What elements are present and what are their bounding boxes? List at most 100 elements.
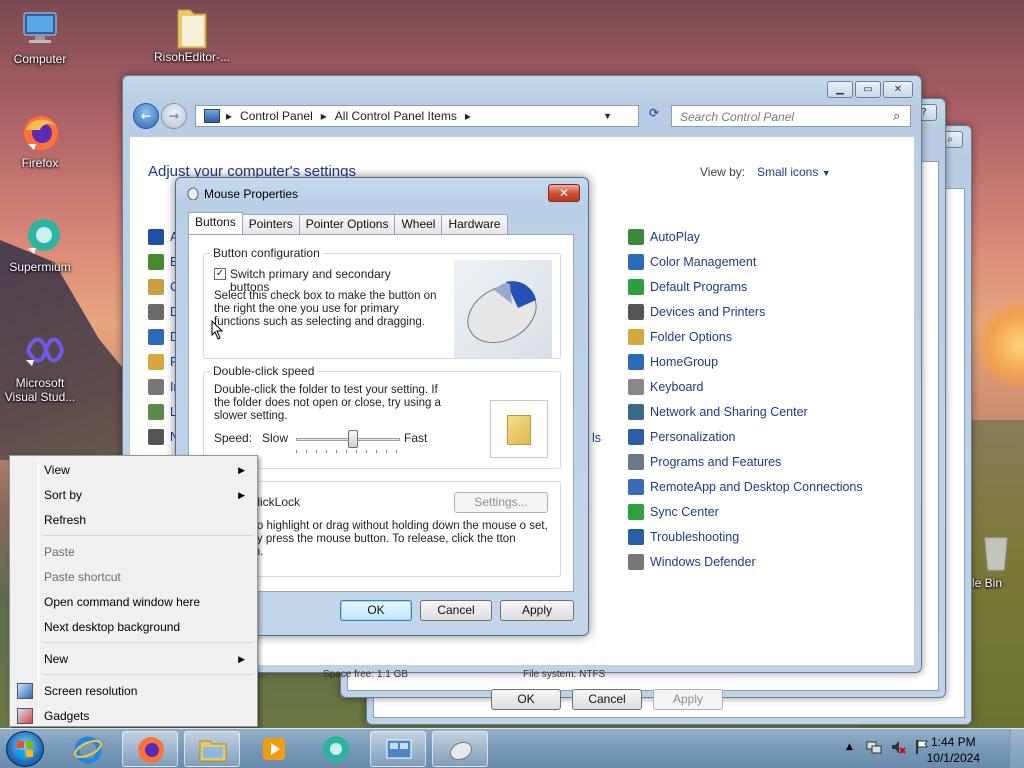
explorer-icon (198, 735, 228, 765)
cp-item-color-management[interactable]: Color Management (628, 252, 756, 272)
cp-item-folder-options[interactable]: Folder Options (628, 327, 732, 347)
menu-item-sort-by[interactable]: Sort by ▶ (12, 484, 255, 506)
recycle-bin-icon (976, 532, 1016, 572)
show-desktop-button[interactable] (1010, 729, 1024, 768)
dropdown-arrow-icon[interactable]: ▼ (603, 111, 612, 121)
slider-thumb[interactable] (348, 430, 358, 448)
desktop-icon-firefox[interactable]: Firefox (0, 112, 80, 170)
menu-item-paste[interactable]: Paste (12, 541, 255, 563)
start-button[interactable] (6, 731, 44, 767)
close-icon[interactable]: ✕ (883, 81, 913, 98)
clock-date: 10/1/2024 (926, 751, 980, 765)
cp-left-item[interactable]: B (148, 252, 178, 272)
folder-icon (507, 415, 531, 445)
cp-item-homegroup[interactable]: HomeGroup (628, 352, 718, 372)
control-panel-item-icon (148, 379, 164, 395)
show-hidden-icons-icon[interactable]: ▲ (846, 742, 853, 752)
view-by-dropdown[interactable]: Small icons ▼ (757, 165, 831, 179)
cp-item-programs-and-features[interactable]: Programs and Features (628, 452, 781, 472)
mouse-illustration (454, 260, 552, 358)
taskbar-control-panel[interactable] (370, 731, 426, 767)
folder-icon (172, 6, 212, 49)
taskbar-internet-explorer[interactable] (60, 731, 116, 767)
volume-muted-icon[interactable] (890, 739, 906, 755)
menu-item-label: Paste shortcut (44, 570, 121, 584)
back-cancel-button[interactable]: Cancel (572, 689, 642, 710)
taskbar-firefox[interactable] (122, 731, 178, 767)
system-clock[interactable]: 1:44 PM 10/1/2024 (927, 734, 980, 766)
taskbar-explorer[interactable] (184, 731, 240, 767)
partial-item-text[interactable]: ls (592, 431, 601, 445)
tab-pointers[interactable]: Pointers (241, 214, 300, 234)
cp-item-sync-center[interactable]: Sync Center (628, 502, 719, 522)
test-folder-box[interactable] (490, 400, 548, 458)
back-apply-button[interactable]: Apply (653, 689, 723, 710)
menu-item-label: Sort by (44, 488, 83, 502)
menu-item-next-desktop-background[interactable]: Next desktop background (12, 616, 255, 638)
taskbar-media-player[interactable] (246, 731, 302, 767)
taskbar-supermium[interactable] (308, 731, 364, 767)
cp-item-label: Color Management (650, 255, 757, 269)
apply-button[interactable]: Apply (500, 600, 574, 621)
back-ok-button[interactable]: OK (491, 689, 561, 710)
desktop-icon-supermium[interactable]: Supermium (0, 216, 80, 274)
clicklock-settings-button[interactable]: Settings... (454, 492, 548, 513)
tab-wheel[interactable]: Wheel (394, 214, 443, 234)
cp-item-label: Personalization (650, 430, 736, 444)
cp-item-personalization[interactable]: Personalization (628, 427, 735, 447)
cp-item-label: AutoPlay (650, 230, 701, 244)
programs-features-icon (628, 454, 644, 470)
breadcrumb-all-items[interactable]: All Control Panel Items (335, 109, 457, 123)
menu-separator (42, 642, 254, 643)
dialog-title: Mouse Properties (204, 187, 299, 201)
control-panel-item-icon (148, 279, 164, 295)
tab-buttons[interactable]: Buttons (188, 212, 243, 234)
tab-hardware[interactable]: Hardware (441, 214, 508, 234)
menu-item-open-command-window-here[interactable]: Open command window here (12, 591, 255, 613)
cp-item-windows-defender[interactable]: Windows Defender (628, 552, 756, 572)
search-input[interactable]: Search Control Panel (671, 105, 911, 127)
forward-arrow-icon[interactable]: → (161, 103, 187, 129)
menu-item-gadgets[interactable]: Gadgets (12, 705, 255, 727)
cp-item-devices-and-printers[interactable]: Devices and Printers (628, 302, 765, 322)
ok-button[interactable]: OK (340, 600, 412, 621)
back-arrow-icon[interactable]: ← (133, 103, 159, 129)
cp-item-default-programs[interactable]: Default Programs (628, 277, 747, 297)
menu-item-refresh[interactable]: Refresh (12, 509, 255, 531)
search-icon[interactable]: ⌕ (893, 109, 900, 124)
cp-item-troubleshooting[interactable]: Troubleshooting (628, 527, 739, 547)
menu-item-new[interactable]: New ▶ (12, 648, 255, 670)
cp-left-item[interactable]: A (148, 227, 178, 247)
breadcrumb-control-panel[interactable]: Control Panel (240, 109, 313, 123)
desktop-icon-computer[interactable]: Computer (0, 8, 80, 66)
desktop-icon-risoheditor[interactable]: RisohEditor-... (152, 6, 232, 64)
menu-item-view[interactable]: View ▶ (12, 459, 255, 481)
clicklock-description: you to highlight or drag without holding… (232, 520, 548, 558)
refresh-icon[interactable]: ⟳ (643, 106, 665, 126)
minimize-icon[interactable]: ▁ (827, 81, 853, 98)
address-bar[interactable]: ▸ Control Panel ▸ All Control Panel Item… (195, 105, 639, 127)
maximize-icon[interactable]: ▭ (855, 81, 881, 98)
computer-icon (20, 8, 60, 48)
menu-item-label: View (44, 463, 70, 477)
cp-left-item[interactable]: F (148, 352, 178, 372)
double-click-speed-slider[interactable] (296, 430, 400, 453)
cp-item-autoplay[interactable]: AutoPlay (628, 227, 700, 247)
cp-left-item[interactable]: L (148, 402, 177, 422)
switch-buttons-checkbox[interactable]: ✓ (214, 268, 226, 280)
close-icon[interactable]: ✕ (548, 184, 580, 202)
control-panel-item-icon (148, 229, 164, 245)
menu-item-screen-resolution[interactable]: Screen resolution (12, 680, 255, 702)
autoplay-icon (628, 229, 644, 245)
cp-item-network-and-sharing-center[interactable]: Network and Sharing Center (628, 402, 808, 422)
menu-item-paste-shortcut[interactable]: Paste shortcut (12, 566, 255, 588)
color-management-icon (628, 254, 644, 270)
cp-item-keyboard[interactable]: Keyboard (628, 377, 704, 397)
control-panel-item-icon (148, 329, 164, 345)
cancel-button[interactable]: Cancel (420, 600, 492, 621)
cp-item-remoteapp-and-desktop-connections[interactable]: RemoteApp and Desktop Connections (628, 477, 863, 497)
tab-pointer-options[interactable]: Pointer Options (298, 214, 396, 234)
taskbar-mouse-properties[interactable] (432, 731, 488, 767)
desktop-icon-visual-studio[interactable]: Microsoft Visual Stud... (0, 332, 80, 404)
network-icon[interactable] (866, 739, 882, 755)
